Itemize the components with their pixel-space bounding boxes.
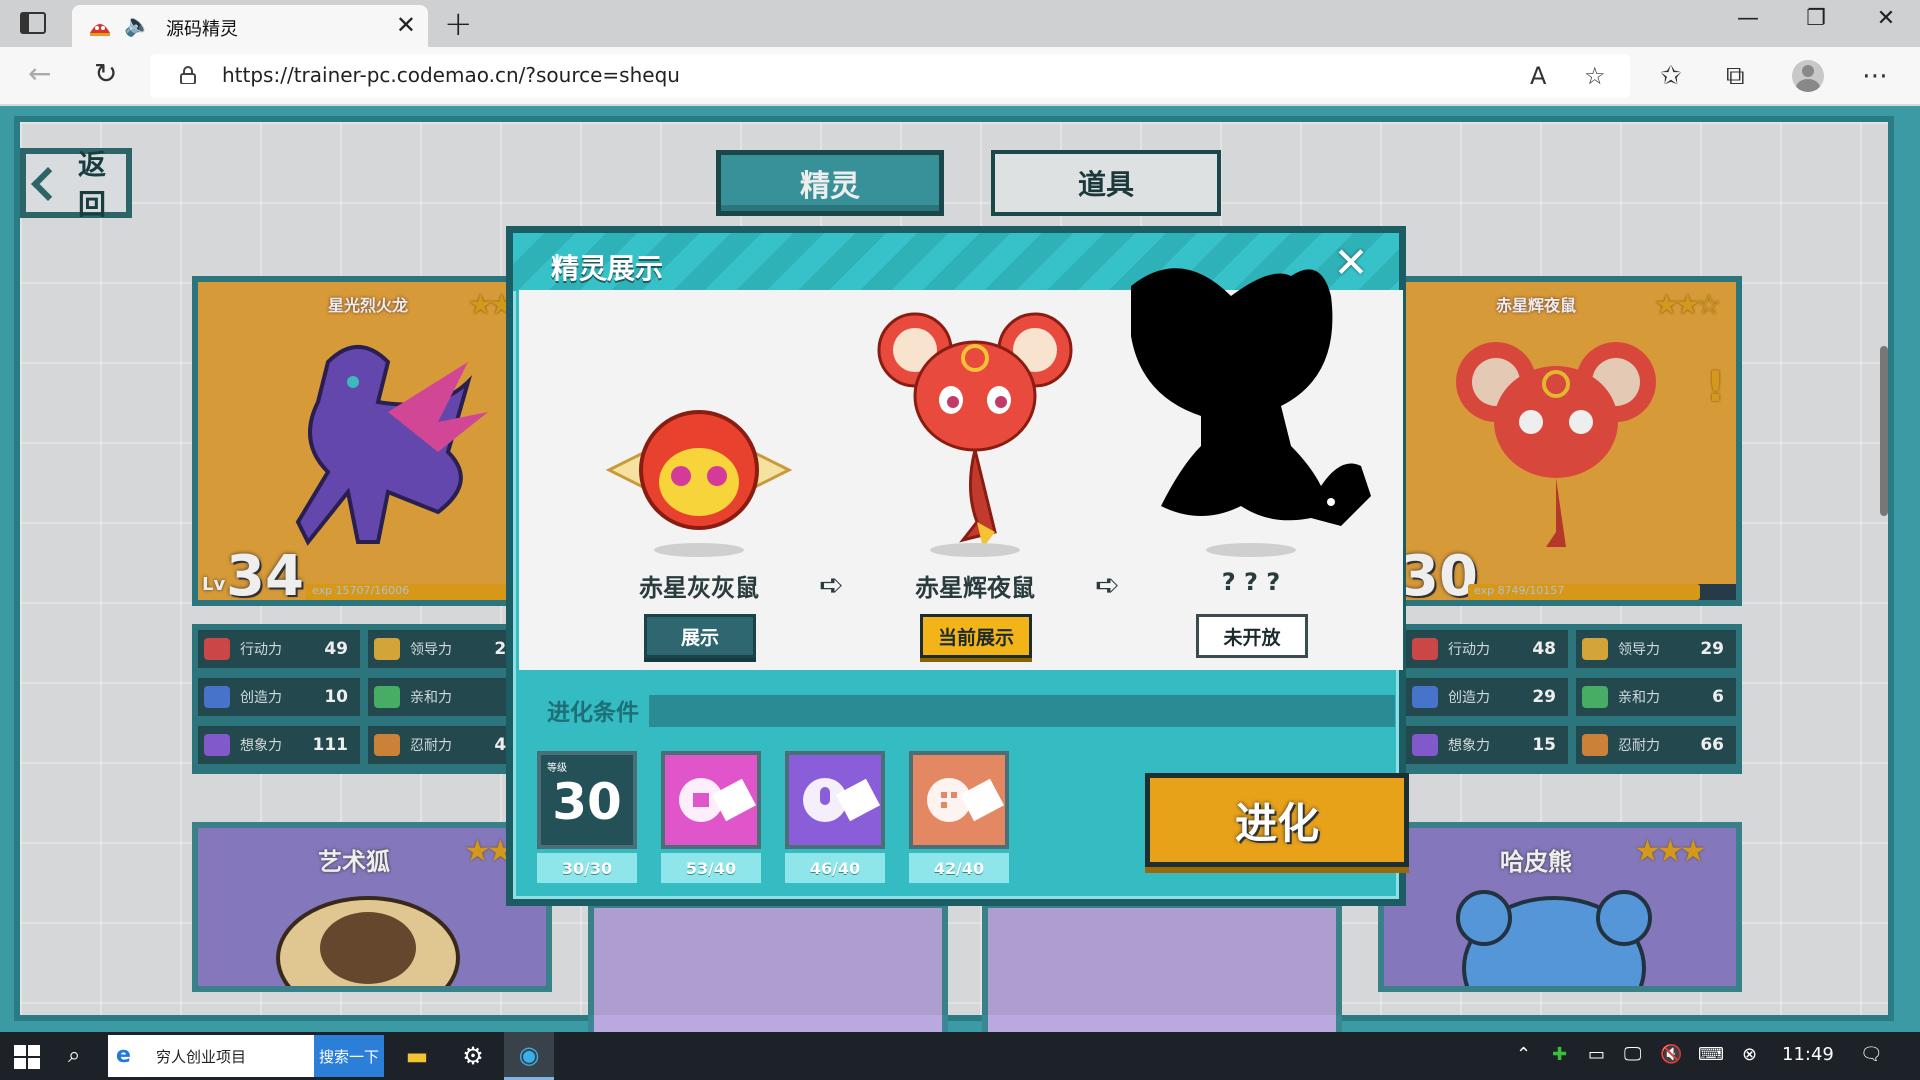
- clock[interactable]: 11:49: [1782, 1044, 1834, 1065]
- stage-one-sprite-image: [605, 410, 793, 530]
- conditions-label: 进化条件: [537, 691, 649, 729]
- address-bar-row: ← ↻ https://trainer-pc.codemao.cn/?sourc…: [0, 47, 1920, 105]
- search-button[interactable]: 搜索一下: [314, 1035, 384, 1077]
- close-circle-icon[interactable]: ⊗: [1742, 1044, 1757, 1065]
- page-scrollbar[interactable]: [1880, 346, 1888, 516]
- restore-icon[interactable]: ❐: [1796, 6, 1836, 31]
- address-field[interactable]: https://trainer-pc.codemao.cn/?source=sh…: [150, 54, 1630, 98]
- evolution-showcase: 赤星灰灰鼠 展示 ➪ 赤星辉夜鼠 当前展示 ➪ ? ? ? 未开放: [519, 268, 1403, 670]
- keyboard-icon[interactable]: ⌨: [1698, 1044, 1724, 1065]
- sprite-shadow: [654, 543, 744, 557]
- more-menu-icon[interactable]: ⋯: [1862, 61, 1888, 91]
- network-icon[interactable]: 🖵: [1624, 1044, 1641, 1065]
- show-button[interactable]: 展示: [644, 614, 756, 658]
- sprite-shadow: [1206, 543, 1296, 557]
- notifications-icon[interactable]: 🗨: [1860, 1044, 1883, 1065]
- evolution-stage: 赤星辉夜鼠 当前展示: [845, 290, 1105, 670]
- ie-icon: e: [116, 1043, 131, 1068]
- tab-close-icon[interactable]: ✕: [396, 11, 416, 39]
- back-arrow-icon[interactable]: ←: [28, 57, 51, 90]
- read-aloud-icon[interactable]: A: [1530, 62, 1546, 90]
- sprite-shadow: [930, 543, 1020, 557]
- modal-title: 精灵展示: [551, 252, 664, 285]
- sound-tile: [785, 751, 885, 849]
- new-tab-button[interactable]: +: [444, 4, 473, 44]
- tab-actions-icon[interactable]: [20, 12, 46, 34]
- procedure-tile: [909, 751, 1009, 849]
- looks-icon: [679, 778, 757, 822]
- lock-icon: [180, 66, 196, 84]
- windows-start-icon[interactable]: [14, 1045, 40, 1069]
- evolve-arrow-icon: ➪: [819, 568, 845, 603]
- procedure-icon: [927, 778, 1005, 822]
- tab-title: 源码精灵: [166, 19, 238, 40]
- profile-avatar[interactable]: [1792, 60, 1824, 92]
- locked-silhouette-image: [1131, 268, 1371, 526]
- favorites-icon[interactable]: ✩: [1660, 61, 1682, 91]
- requirement-level: 等级 30 30/30: [537, 751, 637, 883]
- collections-icon[interactable]: ⧉: [1726, 61, 1745, 92]
- requirement-count: 53/40: [661, 853, 761, 883]
- window-close-icon[interactable]: ✕: [1866, 6, 1906, 31]
- stage-name: 赤星灰灰鼠: [639, 574, 759, 602]
- search-icon[interactable]: ⌕: [68, 1043, 80, 1068]
- evolution-stage: ? ? ? 未开放: [1121, 268, 1381, 670]
- settings-icon[interactable]: ⚙: [448, 1032, 498, 1080]
- requirement-looks: 53/40: [661, 751, 761, 883]
- sprite-showcase-modal: 精灵展示 ✕ 赤星灰灰鼠 展示 ➪ 赤星辉夜鼠 当前展示 ➪ ? ? ? 未开放…: [506, 226, 1409, 906]
- taskbar-search-input[interactable]: e 穷人创业项目: [108, 1035, 314, 1077]
- volume-muted-icon[interactable]: 🔇: [1660, 1044, 1682, 1065]
- current-display-button[interactable]: 当前展示: [920, 614, 1032, 658]
- add-favorite-icon[interactable]: ☆: [1584, 62, 1606, 90]
- windows-taskbar: ⌕ e 穷人创业项目 搜索一下 ▬ ⚙ ◉ ⌃ ✚ ▭ 🖵 🔇 ⌨ ⊗ 11:4…: [0, 1032, 1920, 1080]
- url-text[interactable]: https://trainer-pc.codemao.cn/?source=sh…: [222, 63, 680, 87]
- requirement-sound: 46/40: [785, 751, 885, 883]
- battery-icon[interactable]: ▭: [1588, 1044, 1605, 1065]
- file-explorer-icon[interactable]: ▬: [392, 1032, 442, 1080]
- sound-icon: [803, 778, 881, 822]
- requirement-procedure: 42/40: [909, 751, 1009, 883]
- evolve-button[interactable]: 进化: [1145, 773, 1409, 867]
- level-caption: 等级: [547, 763, 567, 774]
- level-value: 30: [552, 773, 622, 831]
- requirement-count: 30/30: [537, 853, 637, 883]
- audio-playing-icon[interactable]: 🔈: [124, 13, 151, 38]
- conditions-bar: 进化条件: [537, 691, 1395, 729]
- requirement-count: 46/40: [785, 853, 885, 883]
- stage-two-sprite-image: [877, 312, 1073, 548]
- level-tile: 等级 30: [537, 751, 637, 849]
- browser-tab-strip: 🔈 源码精灵 ✕ + — ❐ ✕: [0, 0, 1920, 47]
- evolve-arrow-icon: ➪: [1095, 568, 1121, 603]
- site-favicon-icon: [90, 24, 110, 36]
- tray-chevron-icon[interactable]: ⌃: [1516, 1044, 1531, 1065]
- not-open-button[interactable]: 未开放: [1196, 614, 1308, 658]
- refresh-icon[interactable]: ↻: [94, 57, 117, 90]
- security-tray-icon[interactable]: ✚: [1552, 1044, 1567, 1065]
- minimize-icon[interactable]: —: [1728, 6, 1768, 31]
- evolution-stage: 赤星灰灰鼠 展示: [569, 290, 829, 670]
- looks-tile: [661, 751, 761, 849]
- requirement-count: 42/40: [909, 853, 1009, 883]
- edge-browser-icon[interactable]: ◉: [504, 1032, 554, 1080]
- stage-name: ? ? ?: [1221, 568, 1281, 596]
- search-query[interactable]: 穷人创业项目: [156, 1046, 246, 1067]
- stage-name: 赤星辉夜鼠: [915, 574, 1035, 602]
- game-viewport: 返回 精灵 道具 星光烈火龙 ★★ Lv 34 exp 15707/16006 …: [0, 106, 1920, 1032]
- browser-tab[interactable]: 🔈 源码精灵 ✕: [72, 5, 428, 47]
